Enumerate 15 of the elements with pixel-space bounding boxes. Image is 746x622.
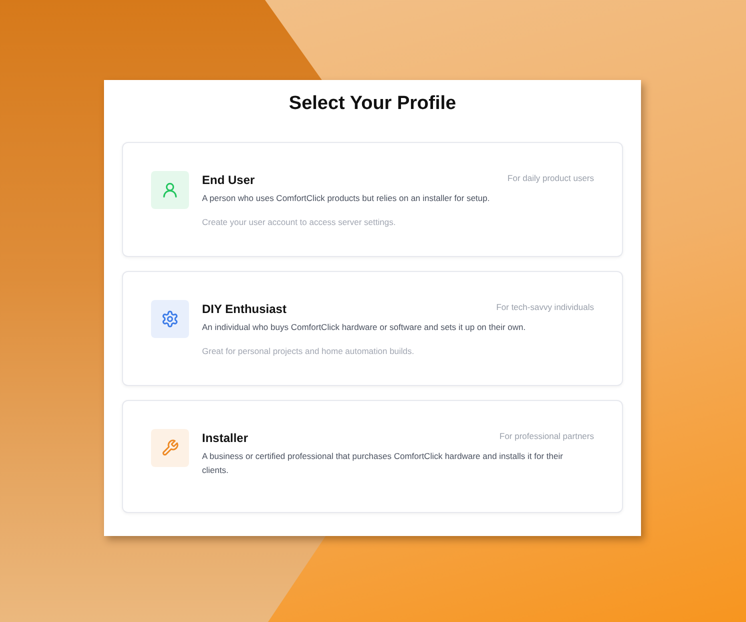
audience-label: For tech-savvy individuals <box>496 301 594 313</box>
profile-title: DIY Enthusiast <box>202 301 286 317</box>
profile-description: A business or certified professional that purchases ComfortClick hardware and installs it for their clients. <box>202 450 564 477</box>
audience-label: For daily product users <box>508 172 594 184</box>
profile-description: An individual who buys ComfortClick hardware or software and sets it up on their own. <box>202 321 527 334</box>
profile-description: A person who uses ComfortClick products but relies on an installer for setup. <box>202 192 491 205</box>
profile-card[interactable]: Installer For professional partners A business or certified professional that purchases ComfortClick hardware and installs it for their clients. <box>122 400 623 513</box>
profile-note: Create your user account to access server settings. <box>202 216 397 229</box>
page-title: Select Your Profile <box>288 92 458 116</box>
profile-card[interactable]: DIY Enthusiast For tech-savvy individuals An individual who buys ComfortClick hardware or software and sets it up on their own. Great for personal projects and home automation builds. <box>122 271 623 386</box>
profile-title: End User <box>202 172 255 188</box>
profile-note: Great for personal projects and home automation builds. <box>202 345 416 358</box>
profile-card[interactable]: End User For daily product users A person who uses ComfortClick products but relies on an installer for setup. Create your user account to access server settings. <box>122 142 623 257</box>
profile-title: Installer <box>202 430 248 446</box>
audience-label: For professional partners <box>500 430 594 442</box>
